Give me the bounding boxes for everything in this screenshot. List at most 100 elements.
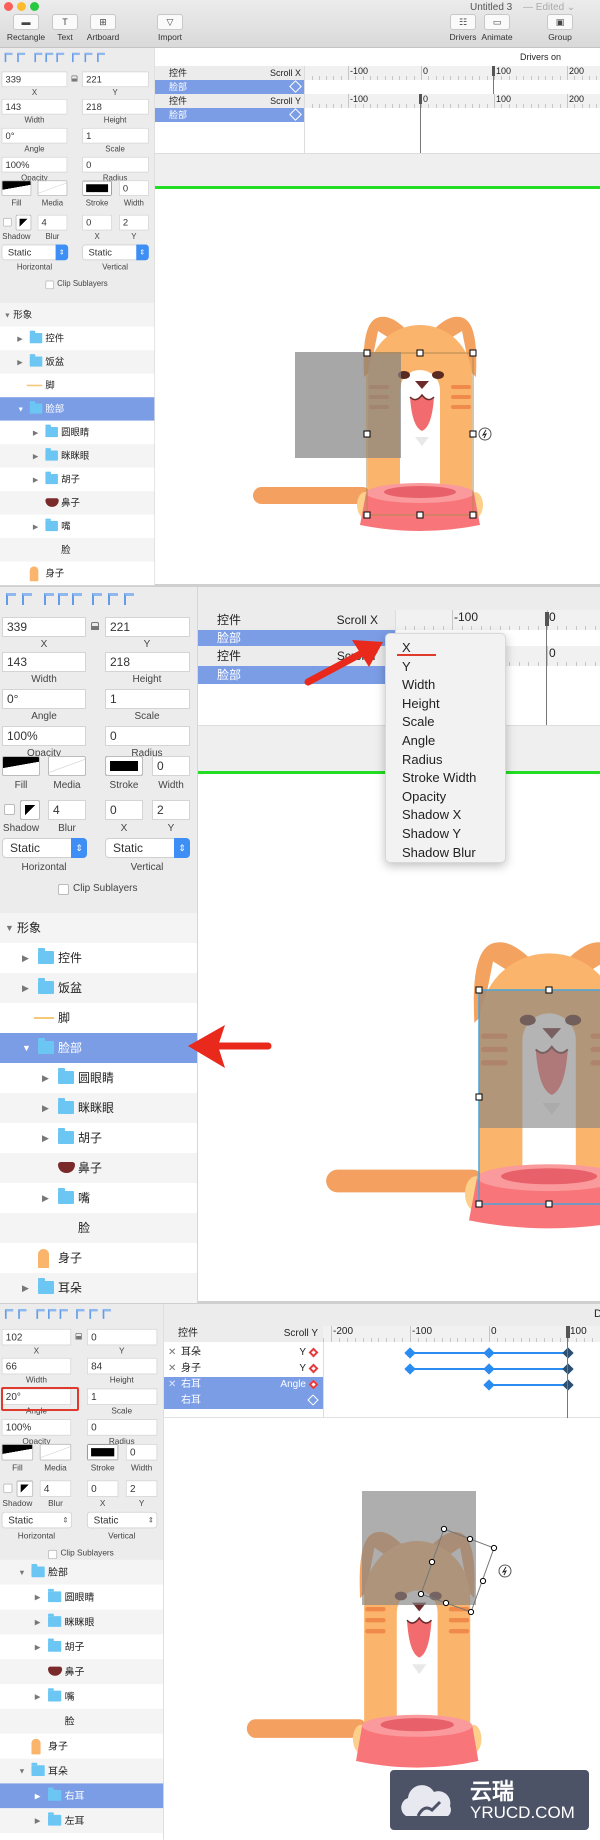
- layer-row[interactable]: ▶ 饭盆: [0, 350, 155, 374]
- add-property-diamond-icon[interactable]: [307, 1394, 319, 1406]
- disclosure-closed-icon[interactable]: ▶: [17, 350, 22, 373]
- driver-header-row[interactable]: 控件 Scroll Y: [155, 94, 304, 108]
- horizontal-select[interactable]: Static ⇕: [1, 244, 69, 261]
- layer-row[interactable]: ▼ 形象: [0, 303, 155, 327]
- align-middle-icon[interactable]: [108, 593, 118, 605]
- stroke-width-field[interactable]: 0: [125, 1443, 158, 1461]
- menu-item-angle[interactable]: Angle: [402, 733, 435, 748]
- remove-x-icon[interactable]: ✕: [168, 1361, 176, 1377]
- x-field[interactable]: 102: [1, 1328, 72, 1346]
- shadow-y-field[interactable]: 2: [125, 1480, 158, 1497]
- driver-target-row[interactable]: 脸部: [155, 108, 304, 122]
- disclosure-closed-icon[interactable]: ▶: [42, 1183, 49, 1213]
- width-field[interactable]: 66: [1, 1357, 72, 1375]
- menu-item-height[interactable]: Height: [402, 696, 440, 711]
- zoom-button[interactable]: [30, 2, 39, 11]
- driver-header-row[interactable]: 控件 Scroll Y: [198, 646, 395, 666]
- artboard-button[interactable]: ⊞ Artboard: [81, 14, 125, 46]
- height-field[interactable]: 84: [86, 1357, 158, 1375]
- stroke-swatch[interactable]: [82, 180, 112, 196]
- y-field[interactable]: 221: [82, 71, 149, 88]
- property-dropdown-menu[interactable]: X Y Width Height Scale Angle Radius Stroke Widt…: [385, 633, 506, 863]
- align-center-icon[interactable]: [58, 593, 68, 605]
- animate-button[interactable]: ▭ Animate: [475, 14, 519, 46]
- stroke-width-field[interactable]: 0: [119, 180, 149, 196]
- layer-row[interactable]: 鼻子: [0, 1659, 164, 1685]
- layer-row[interactable]: ▶ 圆眼睛: [0, 1584, 164, 1610]
- media-swatch[interactable]: [37, 180, 68, 196]
- layer-row[interactable]: ▶ 胡子: [0, 1634, 164, 1660]
- angle-field[interactable]: 0°: [1, 127, 68, 144]
- media-swatch[interactable]: [48, 756, 86, 776]
- layer-row[interactable]: ▼ 形象: [0, 913, 197, 943]
- driver-target-row[interactable]: 脸部: [198, 666, 395, 684]
- driver-header-row[interactable]: 控件 Scroll X: [155, 66, 304, 80]
- blur-field[interactable]: 4: [48, 800, 86, 820]
- align-left-edges-icon[interactable]: [34, 52, 43, 63]
- y-field[interactable]: 221: [105, 617, 190, 637]
- disclosure-closed-icon[interactable]: ▶: [42, 1063, 49, 1093]
- driver-header-row[interactable]: 控件 Scroll X: [198, 610, 395, 630]
- shadow-checkbox[interactable]: [3, 217, 12, 227]
- shadow-x-field[interactable]: 0: [82, 214, 112, 231]
- scale-field[interactable]: 1: [105, 689, 190, 709]
- media-swatch[interactable]: [39, 1443, 72, 1461]
- distribute-icon[interactable]: [18, 1308, 27, 1319]
- layer-row[interactable]: 脸: [0, 1708, 164, 1734]
- horizontal-select[interactable]: Static ⇕: [1, 1511, 73, 1529]
- align-bottom-icon[interactable]: [102, 1308, 111, 1319]
- fill-swatch[interactable]: [1, 180, 32, 196]
- layer-row[interactable]: ▶ 圆眼睛: [0, 1063, 197, 1093]
- menu-item-y[interactable]: Y: [402, 659, 411, 674]
- align-center-icon[interactable]: [45, 52, 54, 63]
- radius-field[interactable]: 0: [86, 1419, 158, 1436]
- stroke-swatch[interactable]: [86, 1443, 119, 1461]
- align-top-icon[interactable]: [72, 52, 80, 63]
- animated-property-row[interactable]: 右耳: [164, 1393, 323, 1409]
- align-left-icon[interactable]: [4, 52, 13, 63]
- vertical-select[interactable]: Static ⇕: [105, 838, 190, 858]
- layer-row[interactable]: 身子: [0, 1243, 197, 1273]
- align-bottom-icon[interactable]: [97, 52, 105, 63]
- align-left-edges-icon[interactable]: [36, 1308, 45, 1319]
- shadow-color-swatch[interactable]: [16, 1480, 34, 1497]
- fill-swatch[interactable]: [1, 1443, 34, 1461]
- shadow-x-field[interactable]: 0: [105, 800, 143, 820]
- layer-row[interactable]: 鼻子: [0, 491, 155, 515]
- remove-x-icon[interactable]: ✕: [168, 1377, 176, 1393]
- menu-item-shadow-y[interactable]: Shadow Y: [402, 826, 461, 841]
- menu-item-width[interactable]: Width: [402, 677, 435, 692]
- shadow-color-swatch[interactable]: [15, 214, 32, 231]
- playhead-handle[interactable]: [492, 66, 495, 76]
- remove-x-icon[interactable]: ✕: [168, 1345, 176, 1361]
- disclosure-closed-icon[interactable]: ▶: [35, 1808, 41, 1833]
- opacity-field[interactable]: 100%: [2, 726, 86, 746]
- align-top-icon[interactable]: [76, 1308, 85, 1319]
- blur-field[interactable]: 4: [37, 214, 68, 231]
- shadow-checkbox[interactable]: [3, 1483, 13, 1493]
- layer-row[interactable]: ▶ 眯眯眼: [0, 444, 155, 468]
- animated-property-row[interactable]: ✕ 右耳 Angle: [164, 1377, 323, 1393]
- layer-row[interactable]: ▶ 胡子: [0, 1123, 197, 1153]
- layer-row[interactable]: ▶ 嘴: [0, 1183, 197, 1213]
- align-middle-icon[interactable]: [84, 52, 93, 63]
- layer-row[interactable]: ▼ 耳朵: [0, 1758, 164, 1784]
- height-field[interactable]: 218: [82, 98, 149, 115]
- shadow-checkbox[interactable]: [4, 804, 15, 815]
- keyframe-toggle-icon[interactable]: [308, 1347, 319, 1358]
- keyframe-toggle-icon[interactable]: [308, 1363, 319, 1374]
- playhead-handle[interactable]: [419, 94, 422, 104]
- align-right-edges-icon[interactable]: [72, 593, 82, 605]
- aspect-lock-icon[interactable]: [91, 622, 99, 630]
- layer-row[interactable]: ▶ 眯眯眼: [0, 1609, 164, 1635]
- stroke-swatch[interactable]: [105, 756, 143, 776]
- opacity-field[interactable]: 100%: [1, 1419, 72, 1436]
- opacity-field[interactable]: 100%: [1, 156, 68, 173]
- layer-row[interactable]: ▶ 眯眯眼: [0, 1093, 197, 1123]
- driver-target-row[interactable]: 脸部: [155, 80, 304, 94]
- menu-item-x[interactable]: X: [402, 640, 411, 655]
- disclosure-closed-icon[interactable]: ▶: [22, 943, 29, 973]
- layer-row[interactable]: 脚: [0, 1003, 197, 1033]
- x-field[interactable]: 339: [2, 617, 86, 637]
- scale-field[interactable]: 1: [86, 1388, 158, 1406]
